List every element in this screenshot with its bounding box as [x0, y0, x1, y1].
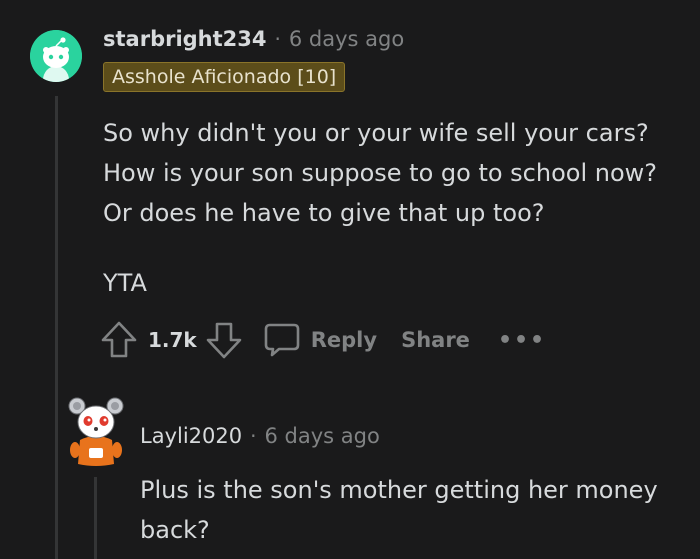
reply-username[interactable]: Layli2020 [140, 424, 242, 448]
reply-avatar[interactable] [67, 392, 125, 468]
comment-paragraph: So why didn't you or your wife sell your… [103, 119, 658, 227]
meta-separator: · [250, 424, 257, 448]
thread-line[interactable] [55, 96, 58, 559]
comment-action-bar: 1.7k Reply Share ••• [100, 318, 546, 362]
reply-label: Reply [310, 328, 378, 352]
reply-meta: Layli2020 · 6 days ago [140, 421, 380, 451]
meta-separator: · [274, 27, 281, 51]
reply-body: Plus is the son's mother getting her mon… [140, 476, 658, 544]
timestamp[interactable]: 6 days ago [289, 27, 404, 51]
user-flair: Asshole Aficionado [10] [103, 62, 346, 92]
username[interactable]: starbright234 [103, 27, 267, 51]
avatar[interactable] [30, 30, 82, 82]
upvote-arrow-icon[interactable] [100, 320, 138, 360]
comment-paragraph: YTA [103, 269, 147, 297]
vote-count: 1.7k [148, 328, 197, 352]
comment-body: So why didn't you or your wife sell your… [103, 113, 693, 303]
reply-timestamp[interactable]: 6 days ago [264, 424, 379, 448]
more-options-button[interactable]: ••• [498, 328, 546, 353]
reply-thread-line[interactable] [94, 477, 97, 559]
share-button[interactable]: Share [401, 328, 470, 352]
comment-meta: starbright234 · 6 days ago [103, 24, 404, 54]
comment-thread: starbright234 · 6 days ago Asshole Afici… [0, 0, 700, 559]
reply-button[interactable]: Reply [263, 321, 377, 359]
speech-bubble-icon [263, 321, 301, 359]
downvote-arrow-icon[interactable] [205, 320, 243, 360]
